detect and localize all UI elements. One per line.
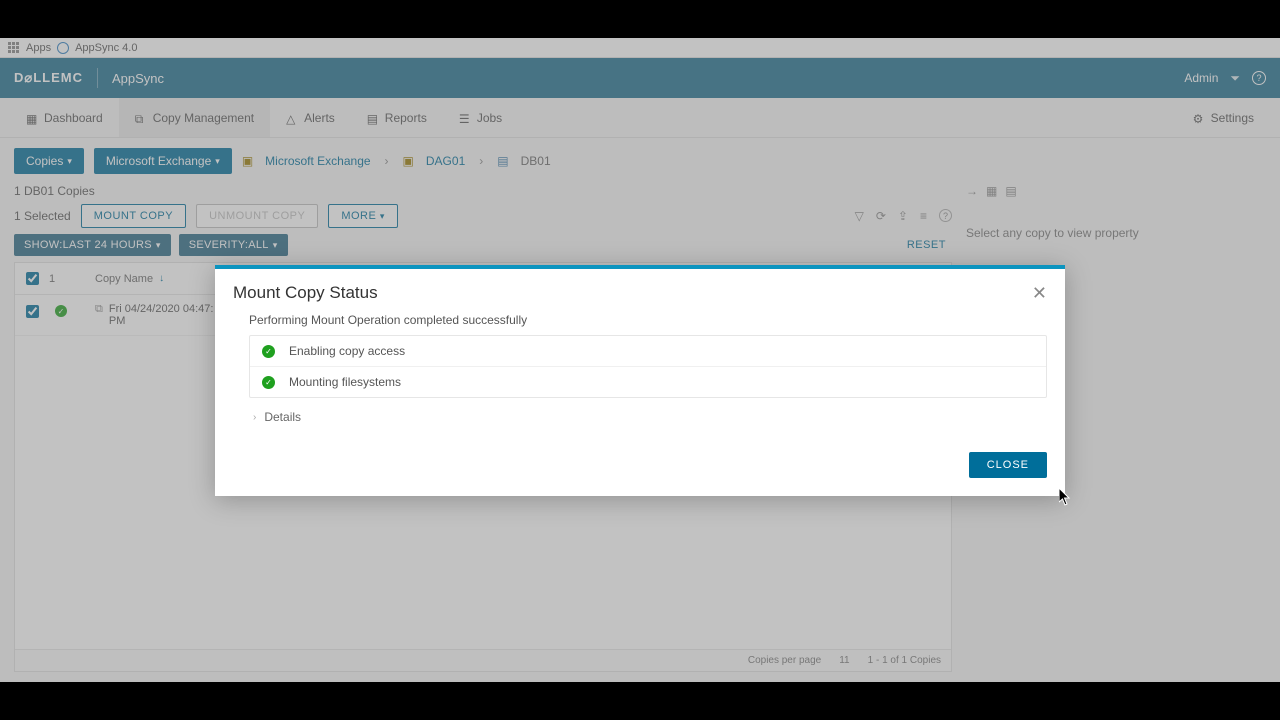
modal-title: Mount Copy Status xyxy=(233,283,378,303)
check-icon: ✓ xyxy=(262,376,275,389)
modal-message: Performing Mount Operation completed suc… xyxy=(249,313,1047,327)
close-icon[interactable]: ✕ xyxy=(1032,284,1047,302)
details-toggle[interactable]: › Details xyxy=(249,398,1047,436)
close-button[interactable]: CLOSE xyxy=(969,452,1047,478)
mount-status-modal: Mount Copy Status ✕ Performing Mount Ope… xyxy=(215,265,1065,496)
step-enable-access: ✓ Enabling copy access xyxy=(250,336,1046,366)
chevron-right-icon: › xyxy=(253,412,256,423)
step-mount-fs: ✓ Mounting filesystems xyxy=(250,366,1046,397)
check-icon: ✓ xyxy=(262,345,275,358)
